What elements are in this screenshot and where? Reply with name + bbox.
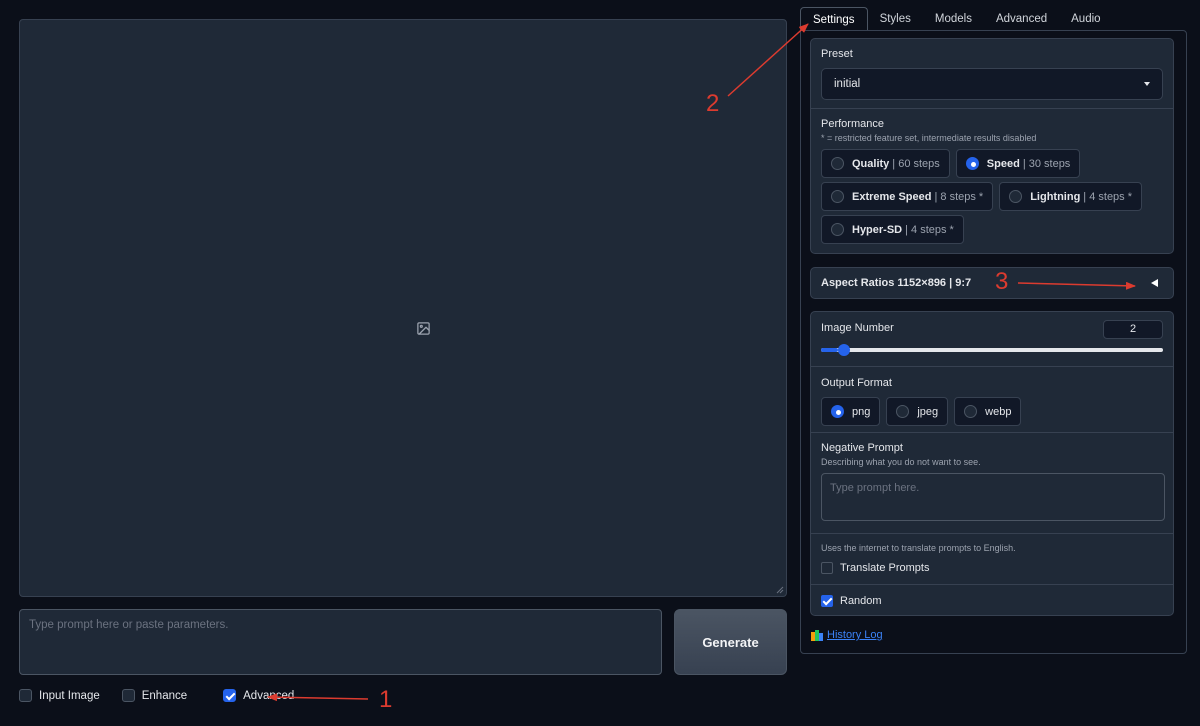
history-log: History Log	[811, 629, 883, 641]
tab-audio[interactable]: Audio	[1059, 7, 1112, 31]
image-number-slider[interactable]	[821, 343, 1163, 357]
history-log-link[interactable]: History Log	[827, 629, 883, 641]
option-name: Speed	[986, 157, 1020, 170]
checkbox-label: Input Image	[39, 689, 100, 702]
option-name: Quality	[852, 157, 890, 170]
collapse-triangle-icon[interactable]	[1151, 279, 1158, 287]
performance-row-1: Quality | 60 steps Speed | 30 steps	[821, 149, 1163, 178]
prompt-input[interactable]	[19, 609, 662, 675]
option-detail: | 8 steps *	[934, 190, 984, 203]
translate-hint: Uses the internet to translate prompts t…	[821, 543, 1016, 553]
performance-label: Performance	[821, 118, 884, 130]
checkbox-box[interactable]	[19, 689, 32, 702]
radio-circle[interactable]	[965, 157, 979, 170]
preset-section: Preset initial	[811, 39, 1173, 109]
advanced-checkbox[interactable]: Advanced	[223, 689, 294, 702]
input-image-checkbox[interactable]: Input Image	[19, 689, 100, 702]
slider-track[interactable]	[821, 348, 1163, 352]
performance-option-hyper-sd[interactable]: Hyper-SD | 4 steps *	[821, 215, 964, 244]
negative-prompt-section: Negative Prompt Describing what you do n…	[811, 433, 1173, 534]
tab-models[interactable]: Models	[923, 7, 984, 31]
chevron-down-icon	[1144, 82, 1150, 86]
translate-prompts-checkbox[interactable]: Translate Prompts	[821, 562, 1163, 574]
settings-tabs: Settings Styles Models Advanced Audio	[800, 7, 1113, 31]
option-detail: | 4 steps *	[905, 223, 954, 236]
image-number-input[interactable]: 2	[1103, 320, 1163, 339]
format-option-png[interactable]: png	[821, 397, 881, 426]
radio-circle[interactable]	[831, 157, 844, 170]
aspect-ratios-accordion[interactable]: Aspect Ratios 1152×896 | 9:7	[810, 267, 1174, 299]
radio-circle[interactable]	[831, 190, 844, 203]
image-number-section: Image Number 2	[811, 312, 1173, 367]
enhance-checkbox[interactable]: Enhance	[121, 689, 188, 702]
random-checkbox[interactable]: Random	[821, 595, 1163, 607]
generate-button[interactable]: Generate	[674, 609, 787, 675]
checkbox-box[interactable]	[821, 595, 833, 607]
performance-option-extreme-speed[interactable]: Extreme Speed | 8 steps *	[821, 182, 994, 211]
radio-circle[interactable]	[831, 223, 844, 236]
performance-option-quality[interactable]: Quality | 60 steps	[821, 149, 950, 178]
preset-value: initial	[834, 78, 861, 90]
checkbox-box[interactable]	[121, 689, 135, 702]
checkbox-label: Advanced	[243, 689, 295, 702]
books-icon	[811, 629, 823, 641]
checkbox-label: Random	[840, 595, 882, 607]
negative-prompt-hint: Describing what you do not want to see.	[821, 457, 981, 467]
performance-option-speed[interactable]: Speed | 30 steps	[955, 149, 1081, 178]
checkbox-label: Translate Prompts	[840, 562, 930, 574]
performance-hint: * = restricted feature set, intermediate…	[821, 133, 1037, 143]
option-name: webp	[985, 405, 1012, 418]
format-option-webp[interactable]: webp	[954, 397, 1022, 426]
option-detail: | 30 steps	[1022, 157, 1071, 170]
radio-circle[interactable]	[964, 405, 978, 418]
output-format-section: Output Format png jpeg webp	[811, 367, 1173, 433]
aspect-ratios-label: Aspect Ratios 1152×896 | 9:7	[821, 277, 972, 289]
option-detail: | 60 steps	[892, 157, 940, 170]
format-option-jpeg[interactable]: jpeg	[886, 397, 949, 426]
negative-prompt-label: Negative Prompt	[821, 442, 903, 454]
image-gallery-panel	[19, 19, 787, 597]
radio-circle[interactable]	[1009, 190, 1023, 203]
random-section: Random	[811, 585, 1173, 615]
generation-settings-group: Image Number 2 Output Format png jpeg we…	[810, 311, 1174, 616]
bottom-options: Input Image Enhance Advanced	[19, 689, 316, 702]
performance-option-lightning[interactable]: Lightning | 4 steps *	[999, 182, 1143, 211]
negative-prompt-input[interactable]	[821, 473, 1165, 521]
resize-handle-icon[interactable]	[776, 586, 784, 594]
tab-settings[interactable]: Settings	[800, 7, 868, 31]
option-name: Extreme Speed	[852, 190, 932, 203]
performance-row-2: Extreme Speed | 8 steps * Lightning | 4 …	[821, 182, 1163, 211]
preset-label: Preset	[821, 48, 853, 60]
tab-advanced[interactable]: Advanced	[984, 7, 1059, 31]
option-name: Lightning	[1030, 190, 1081, 203]
performance-row-3: Hyper-SD | 4 steps *	[821, 215, 1163, 244]
annotation-number-1: 1	[379, 686, 393, 713]
slider-thumb[interactable]	[838, 344, 851, 356]
preset-performance-group: Preset initial Performance * = restricte…	[810, 38, 1174, 254]
checkbox-box[interactable]	[223, 689, 237, 702]
option-name: jpeg	[917, 405, 939, 418]
annotation-number-3: 3	[995, 268, 1009, 295]
performance-section: Performance * = restricted feature set, …	[811, 109, 1173, 253]
option-name: Hyper-SD	[852, 223, 903, 236]
annotation-number-2: 2	[706, 90, 720, 117]
option-name: png	[852, 405, 871, 418]
radio-circle[interactable]	[896, 405, 910, 418]
tab-styles[interactable]: Styles	[868, 7, 923, 31]
translate-section: Uses the internet to translate prompts t…	[811, 534, 1173, 585]
checkbox-label: Enhance	[141, 689, 188, 702]
output-format-label: Output Format	[821, 377, 892, 389]
preset-dropdown[interactable]: initial	[821, 68, 1163, 100]
slider-fill	[821, 348, 839, 352]
checkbox-box[interactable]	[821, 562, 833, 574]
image-placeholder-icon	[417, 322, 430, 335]
output-format-options: png jpeg webp	[821, 397, 1163, 426]
option-detail: | 4 steps *	[1083, 190, 1133, 203]
radio-circle[interactable]	[831, 405, 844, 418]
